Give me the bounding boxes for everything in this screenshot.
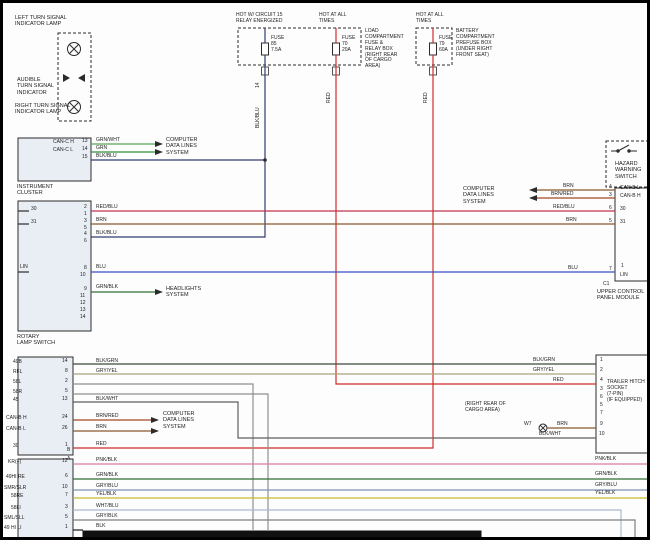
- wire-blk-blu-main: [91, 55, 265, 237]
- ground-w7-icon: [539, 424, 547, 432]
- box-connector-section-b: [18, 357, 73, 455]
- arrow-mod-can-b-l: [529, 187, 537, 193]
- arrow-mod-can-b-h: [529, 195, 537, 201]
- turn-signal-lamp-icon: [68, 43, 81, 56]
- arrow-can-c-h: [155, 141, 163, 147]
- box-hazard-warning-switch: [606, 141, 647, 187]
- box-load-compartment-fusebox: [238, 28, 361, 65]
- arrow-can-b-l: [151, 428, 159, 434]
- box-rotary-lamp-switch: [18, 201, 91, 331]
- hazard-switch-icon: [611, 145, 637, 152]
- arrow-can-b-h: [151, 417, 159, 423]
- arrow-headlights: [155, 289, 163, 295]
- wire-red-fuse70: [336, 55, 596, 384]
- junction-dot: [263, 158, 267, 162]
- box-bottom-module: [83, 531, 481, 537]
- arrow-can-c-l: [155, 149, 163, 155]
- box-trailer-hitch-socket: [596, 355, 647, 453]
- inline-connector-icon: [262, 67, 437, 75]
- box-upper-control-panel-module: [615, 188, 647, 281]
- audible-indicator-icon: [63, 74, 85, 82]
- fuse-icon: [262, 43, 437, 55]
- box-instrument-cluster: [18, 138, 91, 181]
- wiring-diagram-page: LEFT TURN SIGNAL INDICATOR LAMPAUDIBLE T…: [0, 0, 650, 540]
- diagram-canvas: [3, 3, 647, 537]
- box-connector-section-a: [18, 459, 73, 537]
- turn-signal-lamp-icon: [68, 101, 81, 114]
- wire-58l: [73, 384, 253, 531]
